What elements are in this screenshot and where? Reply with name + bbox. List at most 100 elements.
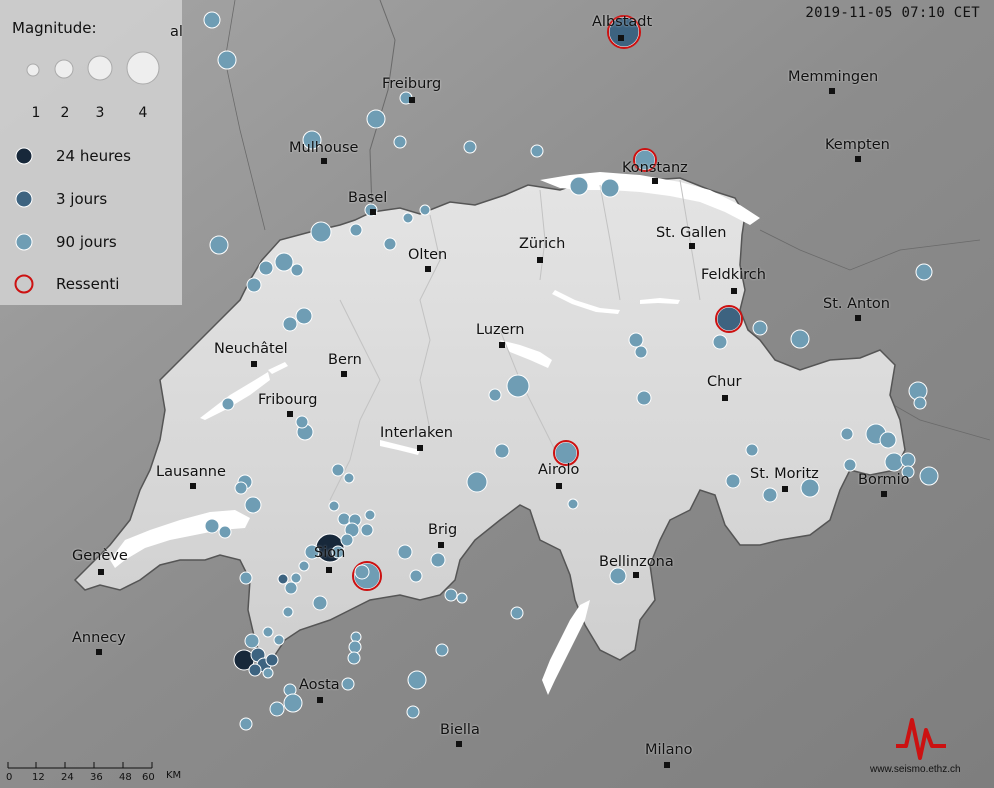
earthquake-event[interactable]: [915, 263, 933, 281]
earthquake-event[interactable]: [295, 415, 309, 429]
earthquake-event[interactable]: [494, 443, 510, 459]
earthquake-event[interactable]: [328, 500, 340, 512]
earthquake-event[interactable]: [790, 329, 810, 349]
earthquake-event[interactable]: [239, 571, 253, 585]
magnitude-symbols: [26, 51, 160, 85]
city-label-feldkirch: Feldkirch: [701, 267, 766, 283]
earthquake-event[interactable]: [269, 701, 285, 717]
earthquake-event[interactable]: [393, 135, 407, 149]
earthquake-event[interactable]: [506, 374, 530, 398]
earthquake-event[interactable]: [283, 693, 303, 713]
earthquake-event[interactable]: [282, 606, 294, 618]
earthquake-event[interactable]: [274, 252, 294, 272]
earthquake-event[interactable]: [312, 595, 328, 611]
earthquake-event[interactable]: [284, 581, 298, 595]
earthquake-event[interactable]: [246, 277, 262, 293]
earthquake-event[interactable]: [919, 466, 939, 486]
earthquake-event[interactable]: [262, 626, 274, 638]
earthquake-event[interactable]: [239, 717, 253, 731]
earthquake-event[interactable]: [383, 237, 397, 251]
earthquake-event[interactable]: [366, 109, 386, 129]
earthquake-event[interactable]: [204, 518, 220, 534]
earthquake-event[interactable]: [884, 452, 904, 472]
earthquake-event[interactable]: [209, 235, 229, 255]
city-marker: [731, 288, 737, 294]
earthquake-event[interactable]: [348, 640, 362, 654]
earthquake-event[interactable]: [716, 306, 742, 332]
earthquake-event[interactable]: [406, 705, 420, 719]
earthquake-event[interactable]: [341, 677, 355, 691]
earthquake-event[interactable]: [567, 498, 579, 510]
earthquake-event[interactable]: [298, 560, 310, 572]
earthquake-event[interactable]: [265, 653, 279, 667]
earthquake-event[interactable]: [554, 441, 578, 465]
earthquake-event[interactable]: [430, 552, 446, 568]
earthquake-event[interactable]: [343, 472, 355, 484]
earthquake-event[interactable]: [218, 525, 232, 539]
earthquake-event[interactable]: [725, 473, 741, 489]
earthquake-event[interactable]: [203, 11, 221, 29]
earthquake-event[interactable]: [510, 606, 524, 620]
legend-ressenti-label: Ressenti: [56, 275, 120, 293]
earthquake-event[interactable]: [364, 509, 376, 521]
earthquake-event[interactable]: [290, 572, 302, 584]
seismic-map[interactable]: Magnitude: 1 2 3 4 24 heures 3 jours 90 …: [0, 0, 994, 788]
earthquake-event[interactable]: [221, 397, 235, 411]
earthquake-event[interactable]: [244, 496, 262, 514]
earthquake-event[interactable]: [609, 567, 627, 585]
earthquake-event[interactable]: [217, 50, 237, 70]
earthquake-event[interactable]: [745, 443, 759, 457]
earthquake-event[interactable]: [636, 390, 652, 406]
earthquake-event[interactable]: [530, 144, 544, 158]
magnitude-3-label: 3: [95, 105, 105, 121]
earthquake-event[interactable]: [712, 334, 728, 350]
earthquake-event[interactable]: [262, 667, 274, 679]
city-marker: [438, 542, 444, 548]
earthquake-event[interactable]: [244, 633, 260, 649]
earthquake-event[interactable]: [419, 204, 431, 216]
earthquake-event[interactable]: [331, 463, 345, 477]
earthquake-event[interactable]: [752, 320, 768, 336]
earthquake-event[interactable]: [435, 643, 449, 657]
earthquake-event[interactable]: [290, 263, 304, 277]
earthquake-event[interactable]: [258, 260, 274, 276]
earthquake-event[interactable]: [402, 212, 414, 224]
scale-bar: 0 12 24 36 48 60 KM: [6, 760, 181, 788]
earthquake-event[interactable]: [282, 316, 298, 332]
city-marker: [98, 569, 104, 575]
earthquake-event[interactable]: [349, 223, 363, 237]
earthquake-event[interactable]: [466, 471, 488, 493]
earthquake-event[interactable]: [350, 631, 362, 643]
earthquake-event[interactable]: [488, 388, 502, 402]
earthquake-event[interactable]: [277, 573, 289, 585]
earthquake-event[interactable]: [762, 487, 778, 503]
city-label-kempten: Kempten: [825, 137, 890, 153]
earthquake-event[interactable]: [310, 221, 332, 243]
earthquake-event[interactable]: [397, 544, 413, 560]
earthquake-event[interactable]: [456, 592, 468, 604]
earthquake-event[interactable]: [900, 452, 916, 468]
earthquake-event[interactable]: [628, 332, 644, 348]
seismo-logo[interactable]: www.seismo.ethz.ch: [866, 706, 994, 788]
earthquake-event[interactable]: [634, 345, 648, 359]
earthquake-event[interactable]: [295, 307, 313, 325]
earthquake-event[interactable]: [354, 564, 370, 580]
earthquake-event[interactable]: [409, 569, 423, 583]
earthquake-event[interactable]: [913, 396, 927, 410]
earthquake-event[interactable]: [463, 140, 477, 154]
earthquake-event[interactable]: [360, 523, 374, 537]
earthquake-event[interactable]: [337, 512, 351, 526]
earthquake-event[interactable]: [347, 651, 361, 665]
earthquake-event[interactable]: [600, 178, 620, 198]
city-marker: [190, 483, 196, 489]
earthquake-event[interactable]: [248, 663, 262, 677]
city-marker: [722, 395, 728, 401]
earthquake-event[interactable]: [569, 176, 589, 196]
earthquake-event[interactable]: [843, 458, 857, 472]
earthquake-event[interactable]: [444, 588, 458, 602]
earthquake-event[interactable]: [407, 670, 427, 690]
earthquake-event[interactable]: [273, 634, 285, 646]
earthquake-event[interactable]: [879, 431, 897, 449]
earthquake-event[interactable]: [234, 481, 248, 495]
earthquake-event[interactable]: [840, 427, 854, 441]
